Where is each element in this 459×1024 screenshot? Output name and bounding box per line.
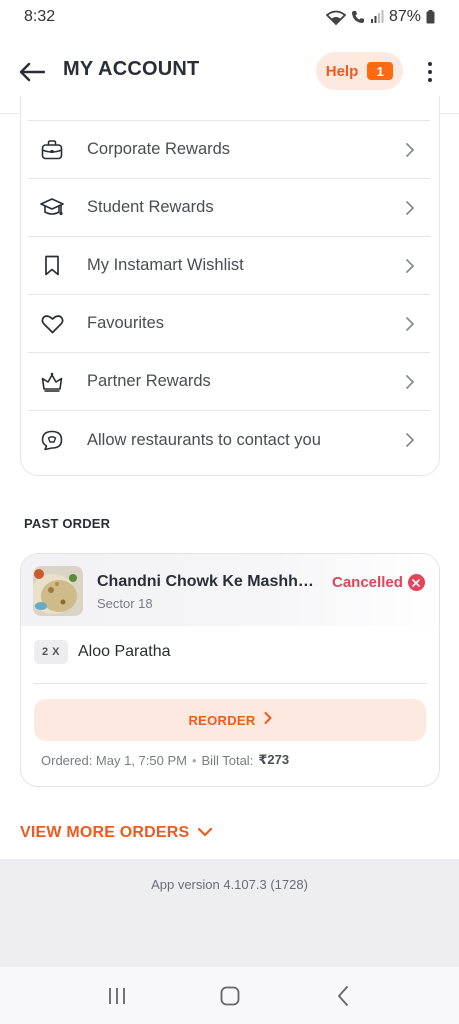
chevron-right-icon [404,142,416,158]
item-name: Aloo Paratha [78,643,171,660]
signal-icon [370,10,384,24]
app-version: App version 4.107.3 (1728) [151,877,308,892]
chevron-right-icon [404,200,416,216]
chevron-right-icon [264,711,272,729]
menu-item-favourites[interactable]: Favourites [28,295,430,353]
item-quantity: 2 X [34,640,68,664]
menu-item-label: My Instamart Wishlist [87,256,244,274]
crown-icon [40,370,64,394]
past-order-heading: PAST ORDER [24,516,111,531]
menu-item-instamart-wishlist[interactable]: My Instamart Wishlist [28,237,430,295]
order-meta: Ordered: May 1, 7:50 PM • Bill Total: ₹2… [41,752,289,768]
view-more-orders-button[interactable]: VIEW MORE ORDERS [0,807,459,859]
menu-item-corporate-rewards[interactable]: Corporate Rewards [28,121,430,179]
help-label: Help [325,62,359,80]
order-status: Cancelled [332,574,425,591]
menu-item-label: Favourites [87,314,165,332]
home-icon[interactable] [210,976,250,1016]
menu-item-allow-contact[interactable]: Allow restaurants to contact you [28,411,430,469]
chevron-down-icon [198,824,213,842]
battery-level: 87% [388,8,421,25]
ordered-date: Ordered: May 1, 7:50 PM [41,752,187,768]
page-title: MY ACCOUNT [63,58,200,80]
reorder-button[interactable]: REORDER [34,699,426,741]
menu-item-partner-rewards[interactable]: Partner Rewards [28,353,430,411]
chevron-right-icon [404,374,416,390]
recent-apps-icon[interactable] [97,976,137,1016]
restaurant-name: Chandni Chowk Ke Mashhur Paranthe [97,573,319,590]
back-arrow-icon[interactable] [16,56,48,88]
divider [34,683,427,684]
bookmark-icon [40,254,64,278]
call-icon [351,10,365,24]
more-options-icon[interactable] [420,60,440,84]
separator-dot: • [191,752,197,768]
status-badge: Cancelled [332,574,403,591]
status-time: 8:32 [24,8,56,25]
bill-label: Bill Total: [201,752,254,768]
bill-total: ₹273 [258,752,290,767]
graduation-cap-icon [40,196,64,220]
menu-item-label: Partner Rewards [87,372,211,390]
battery-icon [426,10,435,24]
reorder-label: REORDER [188,712,256,728]
help-button[interactable]: Help 1 [316,52,403,90]
status-icons: 87% [325,8,435,26]
help-count-badge: 1 [367,62,394,80]
status-bar: 8:32 87% [0,0,459,34]
restaurant-thumbnail [33,566,83,616]
past-order-card[interactable]: Chandni Chowk Ke Mashhur Paranthe Sector… [20,553,440,787]
menu-item-label: Corporate Rewards [87,140,231,158]
chat-bubble-icon [40,428,64,452]
chevron-right-icon [404,316,416,332]
chevron-right-icon [404,258,416,274]
menu-item-student-rewards[interactable]: Student Rewards [28,179,430,237]
restaurant-area: Sector 18 [97,596,153,611]
close-circle-icon [407,574,425,591]
view-more-label: VIEW MORE ORDERS [20,824,190,841]
system-back-icon[interactable] [323,976,363,1016]
wifi-icon [325,10,346,25]
system-nav-bar [0,967,459,1024]
menu-item-label: Student Rewards [87,198,214,216]
briefcase-icon [40,138,64,162]
heart-icon [40,312,64,336]
menu-item-label: Allow restaurants to contact you [87,430,321,449]
chevron-right-icon [404,432,416,448]
